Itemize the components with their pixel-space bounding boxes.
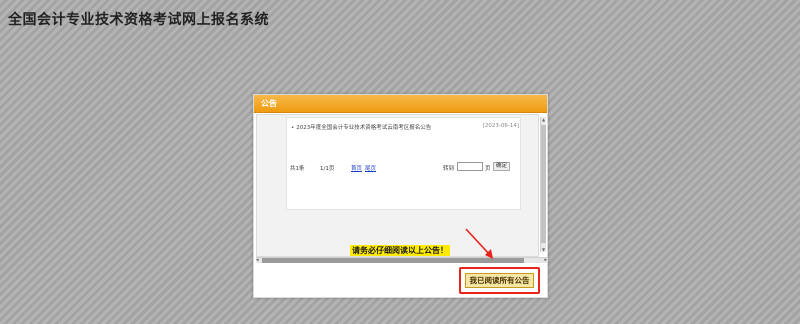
notice-title[interactable]: 2023年度全国会计专业技术资格考试云南考区报名公告 <box>296 125 431 131</box>
pager-page-unit: 页 <box>485 166 491 172</box>
bullet-icon: • <box>291 125 295 131</box>
notice-date: [2023-06-14] <box>482 123 519 129</box>
pager-confirm-button[interactable]: 确定 <box>493 162 510 171</box>
highlight-box: 我已阅读所有公告 <box>459 267 540 294</box>
pager-pages: 1/1页 <box>320 166 335 172</box>
scroll-up-icon[interactable]: ▲ <box>541 117 546 122</box>
pager-total: 共1条 <box>290 166 305 172</box>
read-all-notices-button[interactable]: 我已阅读所有公告 <box>465 273 534 288</box>
notice-item[interactable]: • 2023年度全国会计专业技术资格考试云南考区报名公告 [2023-06-14] <box>291 123 519 131</box>
pager-last-link[interactable]: 尾页 <box>365 164 376 172</box>
vertical-scroll-thumb[interactable] <box>541 125 546 243</box>
notice-dialog: 公告 • 2023年度全国会计专业技术资格考试云南考区报名公告 [2023-06-… <box>253 94 548 298</box>
horizontal-scrollbar[interactable]: ◂ ▸ <box>256 257 547 263</box>
notice-content-pane: • 2023年度全国会计专业技术资格考试云南考区报名公告 [2023-06-14]… <box>256 114 539 257</box>
dialog-header: 公告 <box>254 95 547 113</box>
notice-list-panel: • 2023年度全国会计专业技术资格考试云南考区报名公告 [2023-06-14]… <box>286 117 521 210</box>
page-title: 全国会计专业技术资格考试网上报名系统 <box>8 12 269 28</box>
horizontal-scroll-thumb[interactable] <box>262 258 524 263</box>
read-warning-text: 请务必仔细阅读以上公告！ <box>350 245 450 256</box>
pager-first-link[interactable]: 首页 <box>351 164 362 172</box>
vertical-scrollbar[interactable]: ▲ ▼ <box>540 117 546 252</box>
pager-goto-label: 转到 <box>443 166 455 172</box>
scroll-right-icon[interactable]: ▸ <box>544 257 547 263</box>
scroll-left-icon[interactable]: ◂ <box>256 257 259 263</box>
scroll-down-icon[interactable]: ▼ <box>541 247 546 252</box>
page-number-input[interactable] <box>457 162 483 171</box>
